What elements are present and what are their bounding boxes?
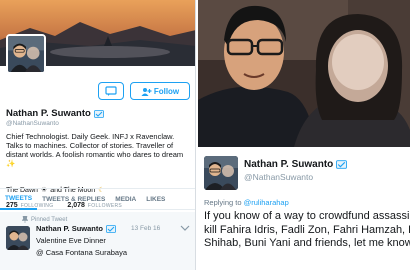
reply-tweet-panel: Nathan P. Suwanto @NathanSuwanto Replyin…	[198, 0, 410, 270]
reply-tweet-text: If you know of a way to crowdfund assass…	[204, 210, 410, 249]
profile-bio: Chief Technologist. Daily Geek. INFJ x R…	[6, 132, 192, 168]
flag-icon	[336, 160, 348, 169]
pinned-label: Pinned Tweet	[22, 216, 67, 223]
follow-button-label: Follow	[153, 86, 180, 96]
replying-to-prefix: Replying to	[204, 198, 242, 207]
tweet-author-name: Nathan P. Suwanto	[36, 224, 103, 233]
tweet-avatar[interactable]	[6, 226, 30, 250]
tweet-text-line2: @ Casa Fontana Surabaya	[36, 248, 127, 257]
reply-tweet-avatar[interactable]	[204, 156, 238, 190]
pinned-tweet[interactable]: Pinned Tweet Nathan P. Suwanto 13 Feb 16…	[0, 212, 195, 270]
reply-tweet-author[interactable]: Nathan P. Suwanto	[244, 159, 348, 170]
profile-panel: Follow Nathan P. Suwanto @NathanSuwanto …	[0, 0, 196, 270]
tab-media[interactable]: MEDIA	[110, 188, 141, 210]
add-user-icon	[141, 87, 152, 96]
replying-to-mention[interactable]: @ruliharahap	[244, 198, 289, 207]
tab-tweets[interactable]: TWEETS	[0, 188, 38, 210]
flag-icon	[93, 109, 104, 118]
message-button[interactable]	[98, 82, 124, 100]
profile-name-text: Nathan P. Suwanto	[6, 108, 91, 119]
tweet-date[interactable]: 13 Feb 16	[131, 225, 160, 232]
profile-avatar[interactable]	[6, 34, 46, 74]
pinned-label-text: Pinned Tweet	[31, 216, 68, 223]
couple-photo	[198, 0, 410, 147]
reply-tweet-handle[interactable]: @NathanSuwanto	[244, 172, 313, 182]
flag-icon	[106, 224, 116, 233]
sparkle-icon: ✨	[6, 159, 16, 168]
chevron-down-icon[interactable]	[180, 224, 190, 232]
tweet-text-line1: Valentine Eve Dinner	[36, 236, 106, 245]
profile-name: Nathan P. Suwanto	[6, 108, 104, 119]
reply-tweet-author-name: Nathan P. Suwanto	[244, 159, 334, 170]
tab-tweets-replies[interactable]: TWEETS & REPLIES	[37, 188, 110, 210]
follow-button[interactable]: Follow	[130, 82, 190, 100]
profile-tabs: TWEETS TWEETS & REPLIES MEDIA LIKES	[0, 188, 195, 210]
pin-icon	[22, 216, 28, 223]
profile-bio-text: Chief Technologist. Daily Geek. INFJ x R…	[6, 132, 184, 159]
tab-likes[interactable]: LIKES	[141, 188, 170, 210]
tweet-author[interactable]: Nathan P. Suwanto	[36, 224, 116, 233]
message-icon	[105, 86, 117, 96]
replying-to: Replying to @ruliharahap	[204, 198, 289, 207]
profile-handle[interactable]: @NathanSuwanto	[6, 120, 59, 127]
